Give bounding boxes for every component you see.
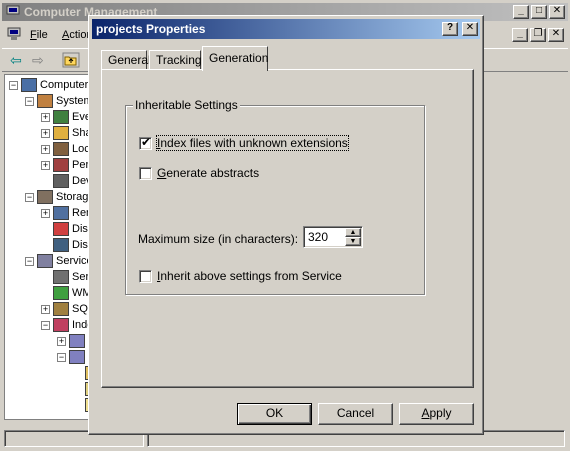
spin-down-icon[interactable]: ▼	[345, 237, 361, 246]
performance-icon	[53, 158, 69, 172]
device-icon	[53, 174, 69, 188]
collapse-icon[interactable]: −	[9, 80, 18, 90]
child-minimize-button[interactable]: _	[512, 28, 528, 42]
expand-icon[interactable]: +	[41, 160, 50, 170]
projects-properties-dialog: projects Properties ? ✕ General Tracking…	[88, 15, 484, 435]
generate-abstracts-checkbox[interactable]: ✔	[139, 166, 152, 180]
expand-icon[interactable]: +	[41, 304, 50, 314]
tree-item[interactable]: − System Tools	[25, 93, 92, 109]
catalog-icon	[69, 350, 85, 364]
up-folder-icon[interactable]	[62, 52, 80, 68]
tree-item[interactable]: − Services and Applications	[25, 253, 91, 269]
tree-item[interactable]: Device Manager	[41, 173, 91, 189]
collapse-icon[interactable]: −	[41, 320, 50, 330]
tab-general[interactable]: General	[101, 50, 151, 70]
tree-item[interactable]: +Event Viewer	[41, 109, 91, 125]
tree-item[interactable]: − Computer Management	[9, 77, 91, 93]
index-unknown-checkbox[interactable]: ✔	[139, 134, 152, 150]
mmc-close-button[interactable]: ✕	[549, 5, 565, 19]
expand-icon[interactable]: +	[41, 112, 50, 122]
dialog-title: projects Properties	[96, 22, 206, 36]
console-tree[interactable]: −Computer Management−System Tools+Event …	[4, 74, 92, 420]
users-icon	[53, 142, 69, 156]
generation-tab-panel: Inheritable Settings ✔ Index files with …	[101, 69, 474, 388]
collapse-icon[interactable]: −	[57, 352, 66, 362]
console-icon[interactable]	[6, 27, 22, 41]
tree-item[interactable]: WMI Control	[41, 285, 91, 301]
tab-tracking[interactable]: Tracking	[149, 50, 202, 70]
tree-item[interactable]: +Performance Logs and Alerts	[41, 157, 91, 173]
group-legend: Inheritable Settings	[133, 98, 240, 112]
tab-generation[interactable]: Generation	[202, 46, 268, 71]
collapse-icon[interactable]: −	[25, 192, 34, 202]
menu-file[interactable]: File	[30, 29, 48, 41]
cancel-button[interactable]: Cancel	[318, 403, 393, 425]
generate-abstracts-row[interactable]: ✔ Generate abstracts	[139, 166, 259, 180]
expand-icon[interactable]: +	[41, 144, 50, 154]
tools-icon	[37, 94, 53, 108]
mmc-minimize-button[interactable]: _	[513, 5, 529, 19]
tree-item[interactable]: +System	[57, 333, 91, 349]
back-arrow-icon[interactable]: ⇦	[10, 52, 22, 69]
ok-button[interactable]: OK	[237, 403, 312, 425]
expand-icon[interactable]: +	[41, 208, 50, 218]
tree-item-label: Computer Management	[40, 79, 91, 91]
tree-item-label: Services and Applications	[56, 255, 91, 267]
gear-icon	[53, 270, 69, 284]
child-close-button[interactable]: ✕	[548, 28, 564, 42]
child-restore-button[interactable]: ❐	[530, 28, 546, 42]
max-size-spinner: ▲ ▼	[303, 226, 363, 248]
removable-storage-icon	[53, 206, 69, 220]
inherit-checkbox[interactable]: ✔	[139, 269, 152, 283]
tree-item[interactable]: Services	[41, 269, 91, 285]
tree-item[interactable]: − Storage	[25, 189, 92, 205]
spin-up-icon[interactable]: ▲	[345, 228, 361, 237]
forward-arrow-icon[interactable]: ⇨	[32, 52, 44, 69]
tree-item[interactable]: +Shared Folders	[41, 125, 91, 141]
event-viewer-icon	[53, 110, 69, 124]
generate-abstracts-label: Generate abstracts	[157, 166, 260, 180]
help-button[interactable]: ?	[442, 22, 458, 36]
tree-item[interactable]: +SQL Server	[41, 301, 91, 317]
tree-item[interactable]: Disk Management	[41, 237, 91, 253]
tree-item-label: Storage	[56, 191, 92, 203]
tree-item-label: System Tools	[56, 95, 92, 107]
sql-icon	[53, 302, 69, 316]
tree-item[interactable]: −Indexing Service	[41, 317, 91, 333]
close-icon[interactable]: ✕	[462, 22, 478, 36]
apply-button[interactable]: Apply	[399, 403, 474, 425]
defrag-icon	[53, 222, 69, 236]
index-unknown-label: Index files with unknown extensions	[156, 135, 349, 151]
disk-icon	[53, 238, 69, 252]
index-unknown-row[interactable]: ✔ Index files with unknown extensions	[139, 134, 349, 151]
checkmark-icon: ✔	[141, 134, 152, 149]
expand-icon[interactable]: +	[41, 128, 50, 138]
dialog-title-bar[interactable]: projects Properties ? ✕	[92, 19, 480, 39]
tree-item[interactable]: +Local Users and Groups	[41, 141, 91, 157]
inherit-label: Inherit above settings from Service	[157, 269, 342, 283]
wmi-icon	[53, 286, 69, 300]
inherit-row[interactable]: ✔ Inherit above settings from Service	[139, 269, 342, 283]
catalog-icon	[69, 334, 85, 348]
storage-icon	[37, 190, 53, 204]
inheritable-settings-group: Inheritable Settings ✔ Index files with …	[125, 98, 425, 295]
collapse-icon[interactable]: −	[25, 96, 34, 106]
tree-item[interactable]: +Removable Storage	[41, 205, 91, 221]
max-size-label: Maximum size (in characters):	[138, 232, 299, 246]
collapse-icon[interactable]: −	[25, 256, 34, 266]
computer-icon	[21, 78, 37, 92]
mmc-maximize-button[interactable]: □	[531, 5, 547, 19]
expand-icon[interactable]: +	[57, 336, 66, 346]
tree-item[interactable]: Disk Defragmenter	[41, 221, 91, 237]
tree-item[interactable]: −projects	[57, 349, 91, 365]
shared-folder-icon	[53, 126, 69, 140]
computer-management-icon	[6, 5, 20, 18]
services-icon	[37, 254, 53, 268]
indexing-icon	[53, 318, 69, 332]
max-size-input[interactable]	[306, 229, 346, 245]
